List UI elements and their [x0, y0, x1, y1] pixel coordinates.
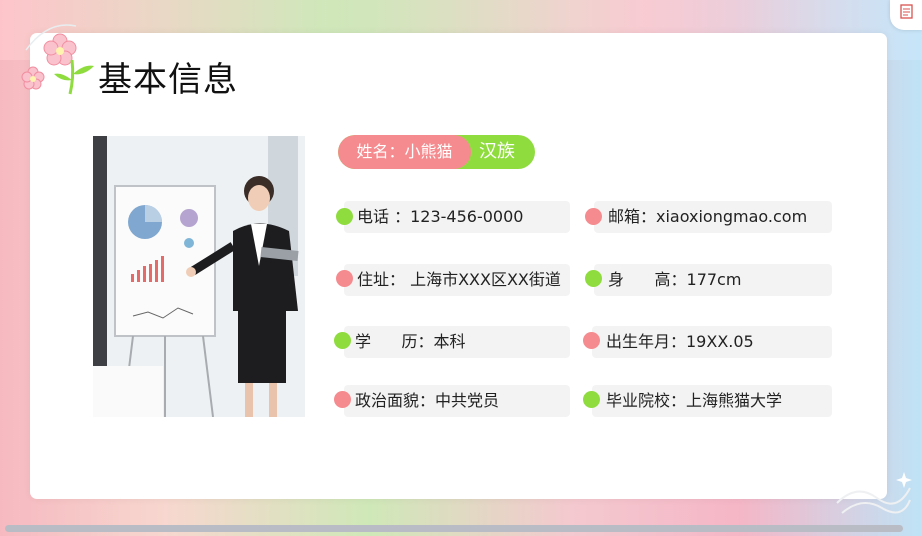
bullet-dot [585, 270, 602, 287]
bullet-dot [336, 208, 353, 225]
name-label: 姓名：小熊猫 [338, 135, 471, 169]
field-school: 毕业院校：上海熊猫大学 [592, 385, 832, 417]
phone-text: 电话 ：123-456-0000 [357, 207, 524, 226]
bullet-dot [583, 391, 600, 408]
education-text: 学 历：本科 [355, 332, 466, 351]
field-politics: 政治面貌：中共党员 [344, 385, 570, 417]
bullet-dot [334, 391, 351, 408]
file-export-button[interactable] [890, 0, 922, 30]
sparkle-icon [836, 472, 912, 514]
birth-text: 出生年月：19XX.05 [606, 332, 754, 351]
presentation-photo [93, 136, 305, 417]
politics-text: 政治面貌：中共党员 [355, 391, 500, 410]
horizontal-scrollbar[interactable] [5, 525, 903, 532]
bullet-dot [334, 332, 351, 349]
height-text: 身 高：177cm [608, 270, 742, 289]
field-education: 学 历：本科 [344, 326, 570, 358]
school-text: 毕业院校：上海熊猫大学 [606, 391, 783, 410]
bullet-dot [585, 208, 602, 225]
bullet-dot [336, 270, 353, 287]
field-phone: 电话 ：123-456-0000 [344, 201, 570, 233]
field-email: 邮箱：xiaoxiongmao.com [594, 201, 832, 233]
field-address: 住址： 上海市XXX区XX街道 [344, 264, 570, 296]
flower-icon [21, 24, 94, 95]
email-text: 邮箱：xiaoxiongmao.com [608, 207, 808, 226]
name-badge: 姓名：小熊猫 汉族 [338, 135, 535, 169]
field-birth: 出生年月：19XX.05 [592, 326, 832, 358]
address-text: 住址： 上海市XXX区XX街道 [357, 270, 561, 289]
page-title: 基本信息 [98, 60, 238, 100]
file-export-icon [900, 4, 913, 19]
bullet-dot [583, 332, 600, 349]
field-height: 身 高：177cm [594, 264, 832, 296]
ethnicity-label: 汉族 [479, 141, 515, 162]
